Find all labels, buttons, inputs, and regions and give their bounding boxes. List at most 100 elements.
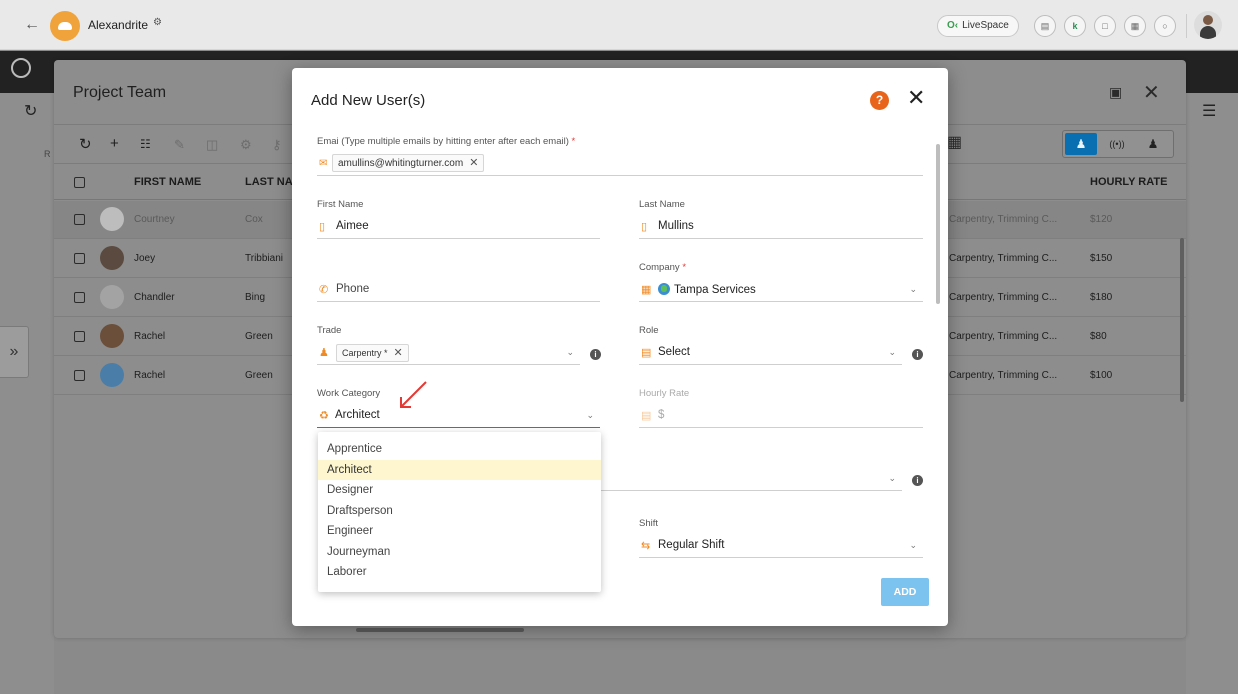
work-category-label: Work Category xyxy=(317,388,381,399)
dashboard-icon[interactable] xyxy=(11,58,31,78)
trade-chip[interactable]: Carpentry * ✕ xyxy=(336,344,409,362)
dropdown-option[interactable]: Engineer xyxy=(318,521,601,542)
money-icon: ▤ xyxy=(641,410,652,422)
row-checkbox[interactable] xyxy=(74,214,85,225)
livespace-button[interactable]: O‹ LiveSpace xyxy=(937,15,1019,37)
first-name-cell: Courtney xyxy=(134,214,175,225)
row-checkbox[interactable] xyxy=(74,331,85,342)
dropdown-option-selected[interactable]: Architect xyxy=(318,459,601,480)
dialog-title: Add New User(s) xyxy=(311,92,426,109)
work-category-dropdown: Apprentice Architect Designer Draftspers… xyxy=(318,432,601,592)
key-icon[interactable]: ⚷ xyxy=(272,137,282,153)
phone-field[interactable]: ✆ Phone xyxy=(317,278,600,302)
grid-icon[interactable]: ▦ xyxy=(1124,15,1146,37)
vertical-scrollbar[interactable] xyxy=(1180,238,1184,402)
k-icon[interactable]: k xyxy=(1064,15,1086,37)
user-avatar[interactable] xyxy=(1194,11,1222,39)
required-mark: * xyxy=(571,136,576,147)
arrow-left-icon[interactable]: ← xyxy=(24,16,40,34)
dropdown-option[interactable]: Laborer xyxy=(318,562,601,583)
rate-cell: $80 xyxy=(1090,331,1107,342)
info-icon[interactable]: i xyxy=(912,475,923,486)
phone-icon: ✆ xyxy=(319,284,329,296)
settings-icon[interactable]: ⚙ xyxy=(240,137,252,153)
row-checkbox[interactable] xyxy=(74,253,85,264)
expand-sidebar-button[interactable]: » xyxy=(0,326,29,378)
remove-chip-icon[interactable]: ✕ xyxy=(394,347,403,359)
project-logo[interactable] xyxy=(50,11,80,41)
broadcast-view-icon[interactable]: ((•)) xyxy=(1101,133,1133,155)
qr-code-icon[interactable]: ▦ xyxy=(947,132,962,152)
trade-cell: Carpentry, Trimming C... xyxy=(949,331,1058,342)
select-all-checkbox[interactable] xyxy=(74,177,85,188)
add-icon[interactable]: + xyxy=(110,135,119,152)
add-users-icon[interactable]: ☷ xyxy=(140,137,151,151)
column-last-name[interactable]: LAST NA xyxy=(245,176,293,188)
row-checkbox[interactable] xyxy=(74,370,85,381)
row-checkbox[interactable] xyxy=(74,292,85,303)
info-icon[interactable]: i xyxy=(590,349,601,360)
person-view-icon[interactable]: ♟ xyxy=(1065,133,1097,155)
avatar xyxy=(100,207,124,231)
document-icon[interactable]: ▤ xyxy=(1034,15,1056,37)
category-icon: ♻ xyxy=(319,410,329,422)
remove-chip-icon[interactable]: ✕ xyxy=(469,157,478,169)
add-user-dialog: Add New User(s) ? ✕ Emai (Type multiple … xyxy=(292,68,948,626)
trade-cell: Carpentry, Trimming C... xyxy=(949,253,1058,264)
first-name-label: First Name xyxy=(317,199,364,210)
shift-select[interactable]: ⇆ Regular Shift ⌄ xyxy=(639,534,923,558)
dropdown-option[interactable]: Designer xyxy=(318,480,601,501)
partial-select[interactable]: ⌄ xyxy=(600,467,902,491)
email-chip[interactable]: amullins@whitingturner.com ✕ xyxy=(332,154,485,172)
first-name-cell: Rachel xyxy=(134,370,166,381)
edit-icon[interactable]: ✎ xyxy=(174,137,185,153)
fullscreen-icon[interactable]: ▣ xyxy=(1109,84,1122,101)
hourly-rate-value: $ xyxy=(658,409,665,421)
top-app-bar: ← Alexandrite ⚙ O‹ LiveSpace ▤ k □ ▦ ○ xyxy=(0,0,1238,50)
first-name-value: Aimee xyxy=(336,220,369,232)
dropdown-option[interactable]: Journeyman xyxy=(318,542,601,563)
horizontal-scrollbar[interactable] xyxy=(356,628,524,632)
livespace-icon: O‹ xyxy=(947,20,959,31)
id-card-icon: ▯ xyxy=(319,221,326,233)
delete-icon[interactable]: ◫ xyxy=(206,137,218,153)
last-name-cell: Tribbiani xyxy=(245,253,283,264)
worker-view-icon[interactable]: ♟ xyxy=(1137,133,1169,155)
close-panel-icon[interactable]: ✕ xyxy=(1143,80,1160,105)
right-rail: ☰ xyxy=(1186,93,1238,694)
company-select[interactable]: ▦ Tampa Services ⌄ xyxy=(639,278,923,302)
chevron-down-icon: ⌄ xyxy=(909,284,917,294)
dropdown-option[interactable]: Apprentice xyxy=(318,439,601,460)
shift-label: Shift xyxy=(639,518,659,529)
email-field[interactable]: ✉ amullins@whitingturner.com ✕ xyxy=(317,152,923,176)
last-name-cell: Green xyxy=(245,331,273,342)
first-name-field[interactable]: ▯ Aimee xyxy=(317,215,600,239)
close-icon[interactable]: ✕ xyxy=(907,87,925,109)
column-first-name[interactable]: FIRST NAME xyxy=(134,176,201,188)
refresh-icon[interactable]: ↻ xyxy=(79,135,92,153)
message-icon[interactable]: ○ xyxy=(1154,15,1176,37)
hamburger-menu-icon[interactable]: ☰ xyxy=(1202,101,1216,121)
refresh-icon[interactable]: ↻ xyxy=(24,101,37,121)
role-select[interactable]: ▤ Select ⌄ xyxy=(639,341,902,365)
view-toggle: ♟ ((•)) ♟ xyxy=(1062,130,1174,158)
add-button[interactable]: ADD xyxy=(881,578,929,606)
role-value: Select xyxy=(658,346,690,358)
email-chip-label: amullins@whitingturner.com xyxy=(338,158,464,169)
dialog-scrollbar[interactable] xyxy=(936,144,940,304)
gear-icon[interactable]: ⚙ xyxy=(153,17,162,28)
work-category-select[interactable]: ♻ Architect ⌄ xyxy=(317,404,600,428)
dropdown-option[interactable]: Draftsperson xyxy=(318,501,601,522)
trade-cell: Carpentry, Trimming C... xyxy=(949,370,1058,381)
company-label: Company * xyxy=(639,262,686,273)
last-name-field[interactable]: ▯ Mullins xyxy=(639,215,923,239)
column-hourly-rate[interactable]: HOURLY RATE xyxy=(1090,176,1167,188)
chat-icon[interactable]: □ xyxy=(1094,15,1116,37)
chevron-down-icon: ⌄ xyxy=(909,540,917,550)
trade-select[interactable]: ♟ Carpentry * ✕ ⌄ xyxy=(317,341,580,365)
help-icon[interactable]: ? xyxy=(870,91,889,110)
info-icon[interactable]: i xyxy=(912,349,923,360)
first-name-cell: Joey xyxy=(134,253,156,264)
project-name[interactable]: Alexandrite xyxy=(88,18,148,32)
hourly-rate-field[interactable]: ▤ $ xyxy=(639,404,923,428)
